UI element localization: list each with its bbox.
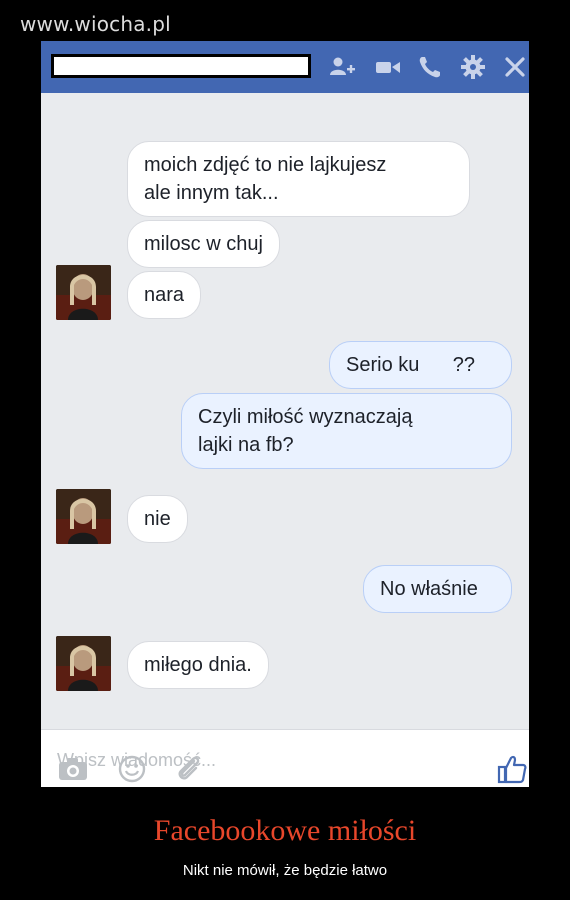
video-call-icon[interactable] bbox=[374, 53, 402, 81]
avatar-photo bbox=[56, 489, 111, 544]
avatar[interactable] bbox=[56, 265, 111, 320]
message-bubble-incoming: nie bbox=[127, 495, 188, 543]
message-line: miłego dnia. bbox=[144, 654, 252, 676]
redacted-name-box bbox=[51, 54, 311, 78]
message-bubble-incoming: moich zdjęć to nie lajkujesz ale innym t… bbox=[127, 141, 470, 217]
watermark: www.wiocha.pl bbox=[20, 12, 171, 36]
message-composer: Wpisz wiadomość... bbox=[41, 729, 529, 787]
close-icon[interactable] bbox=[501, 53, 529, 81]
message-bubble-outgoing: No właśnie bbox=[363, 565, 512, 613]
message-line: nara bbox=[144, 284, 185, 306]
message-line: lajki na fb? bbox=[198, 434, 294, 456]
avatar[interactable] bbox=[56, 636, 111, 691]
message-line: milosc w chuj bbox=[144, 233, 263, 255]
message-bubble-incoming: nara bbox=[127, 271, 202, 319]
message-line: moich zdjęć to nie lajkujesz bbox=[144, 154, 387, 176]
avatar-photo bbox=[56, 265, 111, 320]
emoji-icon[interactable] bbox=[117, 754, 147, 784]
avatar[interactable] bbox=[56, 489, 111, 544]
message-line: Czyli miłość wyznaczają bbox=[198, 406, 413, 428]
message-list: moich zdjęć to nie lajkujesz ale innym t… bbox=[41, 93, 529, 729]
poster-title: Facebookowe miłości bbox=[153, 814, 417, 847]
message-line: Serio ku ?? bbox=[346, 354, 475, 376]
avatar-photo bbox=[56, 636, 111, 691]
message-bubble-incoming: miłego dnia. bbox=[127, 641, 269, 689]
message-line: ale innym tak... bbox=[144, 182, 279, 204]
message-line: nie bbox=[144, 508, 171, 530]
message-bubble-outgoing: Czyli miłość wyznaczają lajki na fb? bbox=[181, 393, 512, 469]
chat-window: moich zdjęć to nie lajkujesz ale innym t… bbox=[41, 41, 529, 787]
gear-icon[interactable] bbox=[459, 53, 487, 81]
poster-subtitle: Nikt nie mówił, że będzie łatwo bbox=[182, 862, 388, 879]
attach-icon[interactable] bbox=[173, 753, 205, 785]
camera-icon[interactable] bbox=[57, 756, 89, 782]
chat-header bbox=[41, 41, 529, 93]
phone-icon[interactable] bbox=[416, 53, 444, 81]
message-bubble-incoming: milosc w chuj bbox=[127, 220, 280, 268]
like-icon[interactable] bbox=[496, 753, 528, 785]
message-bubble-outgoing: Serio ku ?? bbox=[329, 341, 512, 389]
message-line: No właśnie bbox=[380, 578, 478, 600]
add-user-icon[interactable] bbox=[328, 53, 356, 81]
